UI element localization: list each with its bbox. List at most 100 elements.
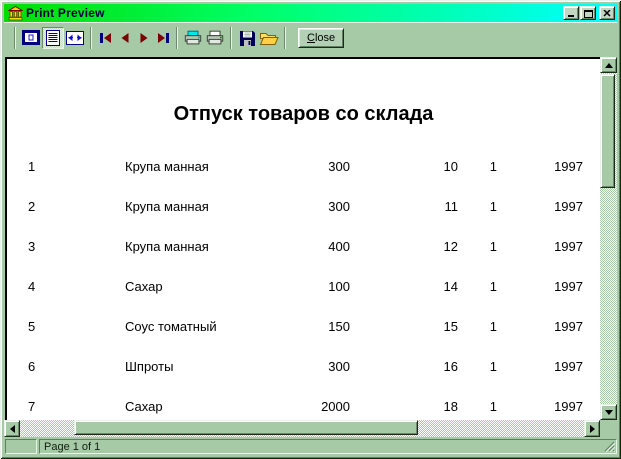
product-name-cell: Сахар <box>125 399 163 414</box>
product-name-cell: Шпроты <box>125 359 174 374</box>
maximize-icon <box>583 9 593 18</box>
resize-grip[interactable] <box>604 441 615 452</box>
table-row: 5 Соус томатный 150 15 1 1997 <box>7 319 600 335</box>
zoom-100-button[interactable] <box>42 27 64 49</box>
next-page-icon <box>140 33 147 43</box>
minimize-icon <box>568 15 574 17</box>
scroll-down-button[interactable] <box>600 404 617 420</box>
printer-setup-button[interactable] <box>182 27 204 49</box>
printer-setup-icon <box>184 30 202 45</box>
bank-icon <box>7 5 24 21</box>
scroll-left-button[interactable] <box>4 420 20 437</box>
vertical-scrollbar[interactable] <box>600 57 617 420</box>
day-cell: 11 <box>444 199 459 214</box>
maximize-button[interactable] <box>580 6 596 20</box>
year-cell: 1997 <box>554 279 583 294</box>
titlebar[interactable]: Print Preview <box>4 4 617 22</box>
zoom-width-button[interactable] <box>64 27 86 49</box>
status-panel-empty <box>5 439 37 454</box>
quantity-cell: 100 <box>328 279 350 294</box>
table-row: 2 Крупа манная 300 11 1 1997 <box>7 199 600 215</box>
close-label-accel: C <box>307 31 315 44</box>
product-name-cell: Соус томатный <box>125 319 217 334</box>
status-panel-page: Page 1 of 1 <box>39 439 617 454</box>
toolbar-separator <box>90 27 92 49</box>
scrollbar-corner <box>600 420 617 437</box>
toolbar-separator <box>14 27 16 49</box>
triangle-down-icon <box>604 409 613 415</box>
product-name-cell: Крупа манная <box>125 199 209 214</box>
triangle-up-icon <box>604 62 613 68</box>
prior-page-button[interactable] <box>115 27 134 49</box>
month-cell: 1 <box>489 159 497 174</box>
table-row: 1 Крупа манная 300 10 1 1997 <box>7 159 600 175</box>
product-name-cell: Сахар <box>125 279 163 294</box>
day-cell: 16 <box>443 359 458 374</box>
preview-pane: Отпуск товаров со склада 1 Крупа манная … <box>4 53 617 437</box>
horizontal-scroll-track[interactable] <box>20 420 584 437</box>
triangle-left-icon <box>9 424 15 433</box>
scroll-right-button[interactable] <box>584 420 600 437</box>
month-cell: 1 <box>489 239 497 254</box>
triangle-right-icon <box>589 424 595 433</box>
close-preview-button[interactable]: Close <box>298 28 345 48</box>
month-cell: 1 <box>489 279 497 294</box>
month-cell: 1 <box>489 319 497 334</box>
close-window-button[interactable] <box>599 6 615 20</box>
minimize-button[interactable] <box>563 6 579 20</box>
horizontal-scroll-thumb[interactable] <box>74 420 418 435</box>
row-number-cell: 1 <box>28 159 36 174</box>
table-row: 6 Шпроты 300 16 1 1997 <box>7 359 600 375</box>
year-cell: 1997 <box>554 399 583 414</box>
quantity-cell: 300 <box>328 359 350 374</box>
quantity-cell: 300 <box>328 159 350 174</box>
prior-page-icon <box>121 33 128 43</box>
table-row: 7 Сахар 2000 18 1 1997 <box>7 399 600 415</box>
day-cell: 12 <box>443 239 458 254</box>
product-name-cell: Крупа манная <box>125 239 209 254</box>
print-preview-window: Print Preview Close Отпуск товаров со ск… <box>0 0 621 459</box>
load-report-button[interactable] <box>258 27 280 49</box>
year-cell: 1997 <box>554 239 583 254</box>
vertical-scroll-track[interactable] <box>600 73 617 404</box>
status-bar: Page 1 of 1 <box>4 437 617 455</box>
close-icon <box>603 9 611 17</box>
zoom-fit-button[interactable] <box>20 27 42 49</box>
year-cell: 1997 <box>554 159 583 174</box>
row-number-cell: 5 <box>28 319 36 334</box>
vertical-scroll-thumb[interactable] <box>600 74 615 188</box>
zoom-100-icon <box>46 30 60 46</box>
month-cell: 1 <box>489 399 497 414</box>
save-report-button[interactable] <box>236 27 258 49</box>
close-label-rest: lose <box>314 31 336 44</box>
last-page-button[interactable] <box>153 27 172 49</box>
year-cell: 1997 <box>554 359 583 374</box>
row-number-cell: 7 <box>28 399 36 414</box>
quantity-cell: 300 <box>328 199 350 214</box>
product-name-cell: Крупа манная <box>125 159 209 174</box>
day-cell: 10 <box>443 159 458 174</box>
zoom-fit-icon <box>22 30 40 45</box>
next-page-button[interactable] <box>134 27 153 49</box>
report-title: Отпуск товаров со склада <box>173 103 434 125</box>
year-cell: 1997 <box>554 199 583 214</box>
quantity-cell: 2000 <box>321 399 350 414</box>
scroll-up-button[interactable] <box>600 57 617 73</box>
horizontal-scrollbar[interactable] <box>4 420 600 437</box>
print-button[interactable] <box>204 27 226 49</box>
first-page-icon <box>99 33 111 43</box>
row-number-cell: 2 <box>28 199 36 214</box>
day-cell: 14 <box>443 279 458 294</box>
first-page-button[interactable] <box>96 27 115 49</box>
toolbar: Close <box>4 22 617 53</box>
zoom-width-icon <box>66 31 84 45</box>
year-cell: 1997 <box>554 319 583 334</box>
day-cell: 15 <box>443 319 458 334</box>
table-row: 3 Крупа манная 400 12 1 1997 <box>7 239 600 255</box>
table-row: 4 Сахар 100 14 1 1997 <box>7 279 600 295</box>
month-cell: 1 <box>489 359 497 374</box>
print-icon <box>206 30 224 45</box>
page-info-label: Page 1 of 1 <box>44 441 101 453</box>
toolbar-separator <box>284 27 286 49</box>
row-number-cell: 6 <box>28 359 36 374</box>
